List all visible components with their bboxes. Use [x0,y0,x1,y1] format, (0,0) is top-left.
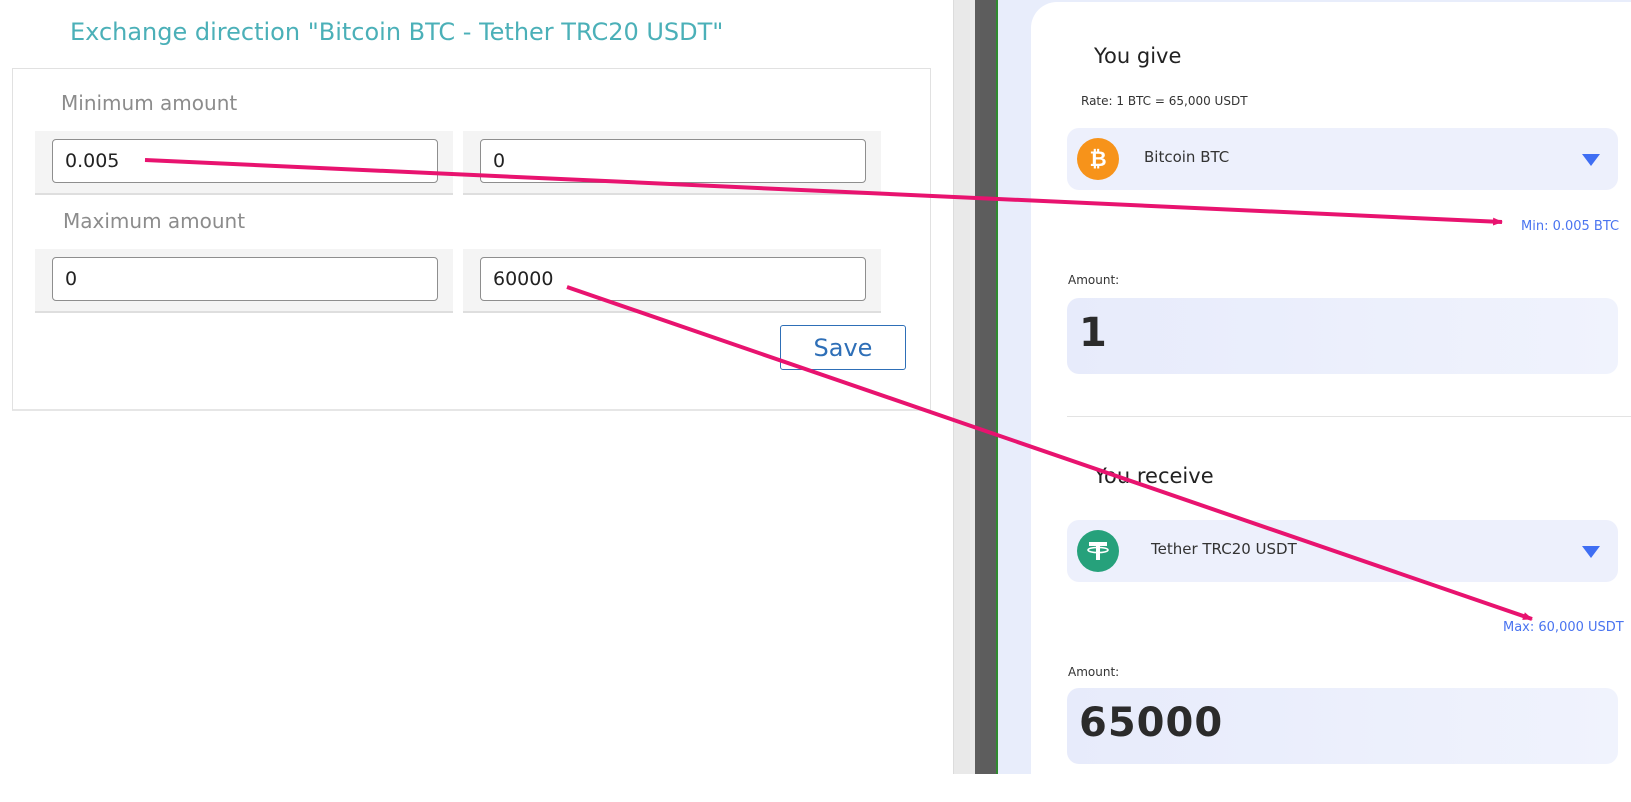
max-receive-wrap [463,249,881,313]
give-currency-label: Bitcoin BTC [1144,148,1230,166]
max-give-wrap [35,249,453,313]
receive-currency-select[interactable]: Tether TRC20 USDT [1067,520,1618,582]
min-give-input[interactable] [52,139,438,183]
max-receive-input[interactable] [480,257,866,301]
receive-heading: You receive [1094,464,1214,488]
give-currency-select[interactable]: ₿ Bitcoin BTC [1067,128,1618,190]
caret-down-icon [1582,546,1600,558]
give-amount-label: Amount: [1068,273,1120,287]
section-separator [1067,416,1631,417]
svg-text:₿: ₿ [1089,147,1106,171]
receive-currency-label: Tether TRC20 USDT [1151,540,1297,558]
give-amount-value: 1 [1079,310,1108,356]
window-divider [975,0,997,774]
caret-down-icon [1582,154,1600,166]
max-hint: Max: 60,000 USDT [1503,620,1624,635]
max-amount-label: Maximum amount [63,209,246,233]
min-give-wrap [35,131,453,195]
max-give-input[interactable] [52,257,438,301]
receive-amount-value: 65000 [1079,700,1224,746]
page-title: Exchange direction "Bitcoin BTC - Tether… [70,18,724,46]
save-button[interactable]: Save [780,325,906,370]
tether-icon [1077,530,1119,572]
min-amount-label: Minimum amount [61,91,238,115]
min-receive-input[interactable] [480,139,866,183]
min-receive-wrap [463,131,881,195]
give-amount-field[interactable]: 1 [1067,298,1618,374]
admin-panel: Exchange direction "Bitcoin BTC - Tether… [0,0,975,774]
panel-divider [953,0,976,774]
min-hint: Min: 0.005 BTC [1521,219,1620,234]
receive-amount-field[interactable]: 65000 [1067,688,1618,764]
give-heading: You give [1094,44,1182,68]
receive-amount-label: Amount: [1068,665,1120,679]
bitcoin-icon: ₿ [1077,138,1119,180]
rate-text: Rate: 1 BTC = 65,000 USDT [1081,94,1248,108]
exchange-widget [1031,2,1631,802]
